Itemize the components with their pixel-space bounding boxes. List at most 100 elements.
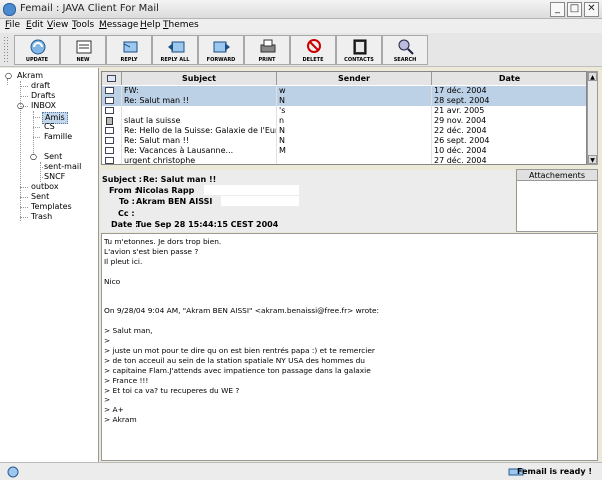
tree-toggle-inbox[interactable]: ○: [17, 101, 24, 111]
window-title-bar: Femail : JAVA Client For Mail _ □ ✕: [0, 0, 602, 19]
contacts-button[interactable]: CONTACTS: [336, 35, 382, 65]
close-button[interactable]: ✕: [584, 2, 599, 17]
maximize-button[interactable]: □: [567, 2, 582, 17]
table-row[interactable]: urgent christophe 27 déc. 2004: [102, 156, 586, 164]
row-subject-cell: FW:: [122, 86, 277, 96]
attachments-panel: Attachements: [516, 169, 598, 232]
tree-folder-cs[interactable]: CS: [44, 122, 55, 132]
scroll-down-arrow[interactable]: ▼: [588, 155, 597, 164]
row-subject-cell: [122, 106, 277, 116]
row-subject-cell: Re: Salut man !!: [122, 136, 277, 146]
message-body[interactable]: Tu m'etonnes. Je dors trop bien. L'avion …: [101, 233, 598, 461]
tree-folder-drafts[interactable]: Drafts: [31, 91, 55, 101]
envelope-icon: [105, 157, 114, 164]
menu-bar: File Edit View Tools Message Help Themes: [0, 19, 602, 33]
tree-folder-trash[interactable]: Trash: [31, 212, 52, 222]
tree-folder-sent[interactable]: Sent: [31, 192, 49, 202]
subject-label: Subject :: [102, 175, 142, 184]
to-label: To :: [119, 197, 135, 206]
tree-toggle-sent[interactable]: ○: [30, 152, 37, 162]
row-subject-cell: Re: Vacances à Lausanne...: [122, 146, 277, 156]
reply-icon: [123, 41, 138, 53]
delete-label: DELETE: [302, 57, 324, 63]
status-text: Femail is ready !: [516, 467, 592, 476]
table-row[interactable]: Re: Salut man !! N 28 sept. 2004: [102, 96, 586, 106]
new-label: NEW: [76, 57, 90, 63]
search-button[interactable]: SEARCH: [382, 35, 428, 65]
body-line: > Akram: [104, 415, 137, 425]
row-sender-cell: n: [277, 116, 432, 126]
message-table: Subject Sender Date FW: w 17 déc. 2004 Re: …: [101, 71, 587, 165]
body-line: Il pleut ici.: [104, 256, 143, 266]
tree-root-account[interactable]: Akram: [17, 71, 43, 81]
cc-label: Cc :: [118, 209, 135, 218]
new-button[interactable]: NEW: [60, 35, 106, 65]
attachments-header: Attachements: [517, 170, 597, 181]
row-subject-cell: Re: Hello de la Suisse: Galaxie de l'Eur…: [124, 126, 277, 136]
col-status-header[interactable]: [102, 72, 122, 85]
delete-icon: [307, 39, 321, 53]
print-button[interactable]: PRINT: [244, 35, 290, 65]
row-sender-cell: M: [277, 146, 432, 156]
row-date-cell: 26 sept. 2004: [432, 136, 586, 146]
row-sender-cell: N: [277, 136, 432, 146]
menu-view[interactable]: View: [47, 20, 68, 30]
forward-button[interactable]: FORWARD: [198, 35, 244, 65]
table-row[interactable]: FW: w 17 déc. 2004: [102, 86, 586, 96]
contacts-icon: [353, 39, 367, 55]
col-subject-header[interactable]: Subject: [122, 72, 277, 85]
message-header-pane: Subject : Re: Salut man !! From : Nicola…: [101, 170, 515, 232]
folder-tree: ○ Akram draft Drafts ○ INBOX Amis CS Fam…: [0, 68, 99, 462]
tree-folder-inbox[interactable]: INBOX: [31, 101, 56, 111]
menu-edit[interactable]: Edit: [26, 20, 43, 30]
scroll-up-arrow[interactable]: ▲: [588, 72, 597, 81]
menu-themes[interactable]: Themes: [163, 20, 199, 30]
minimize-button[interactable]: _: [550, 2, 565, 17]
new-icon: [76, 40, 92, 54]
tree-toggle-root[interactable]: ○: [5, 71, 12, 81]
toolbar-grip[interactable]: [3, 36, 9, 64]
row-date-cell: 29 nov. 2004: [432, 116, 586, 126]
row-status-cell: [102, 116, 122, 126]
table-row[interactable]: slaut la suisse n 29 nov. 2004: [102, 116, 586, 126]
row-date-cell: 10 déc. 2004: [432, 146, 586, 156]
row-status-cell: [102, 136, 122, 146]
tree-folder-famille[interactable]: Famille: [44, 132, 72, 142]
tree-folder-outbox[interactable]: outbox: [31, 182, 59, 192]
date-label: Date :: [111, 220, 139, 229]
status-bar: Femail is ready !: [0, 462, 602, 480]
menu-file[interactable]: File: [5, 20, 20, 30]
tree-folder-sent-sub[interactable]: Sent: [44, 152, 62, 162]
envelope-icon: [105, 87, 114, 94]
delete-button[interactable]: DELETE: [290, 35, 336, 65]
to-value: Akram BEN AISSI: [136, 197, 213, 206]
update-icon: [30, 39, 46, 55]
update-label: UPDATE: [25, 57, 49, 63]
tree-folder-templates[interactable]: Templates: [31, 202, 72, 212]
table-row[interactable]: Re: Vacances à Lausanne... M 10 déc. 2004: [102, 146, 586, 156]
tree-folder-sncf[interactable]: SNCF: [44, 172, 65, 182]
reply-all-button[interactable]: REPLY ALL: [152, 35, 198, 65]
row-date-cell: 22 déc. 2004: [432, 126, 586, 136]
update-button[interactable]: UPDATE: [14, 35, 60, 65]
menu-help[interactable]: Help: [140, 20, 161, 30]
col-date-header[interactable]: Date: [432, 72, 586, 85]
menu-message[interactable]: Message: [99, 20, 138, 30]
row-status-cell: [102, 106, 122, 116]
reply-button[interactable]: REPLY: [106, 35, 152, 65]
from-label: From :: [109, 186, 138, 195]
envelope-icon: [105, 97, 114, 104]
table-row[interactable]: 's 21 avr. 2005: [102, 106, 586, 116]
print-icon: [260, 39, 276, 53]
row-sender-cell: w: [277, 86, 432, 96]
tree-folder-draft[interactable]: draft: [31, 81, 50, 91]
envelope-icon: [105, 147, 114, 154]
table-vertical-scrollbar[interactable]: ▲ ▼: [587, 71, 598, 165]
menu-tools[interactable]: Tools: [72, 20, 94, 30]
contacts-label: CONTACTS: [344, 57, 374, 63]
table-row[interactable]: Re: Hello de la Suisse: Galaxie de l'Eur…: [102, 126, 586, 136]
col-sender-header[interactable]: Sender: [277, 72, 432, 85]
table-row[interactable]: Re: Salut man !! N 26 sept. 2004: [102, 136, 586, 146]
tree-folder-sent-mail[interactable]: sent-mail: [44, 162, 81, 172]
toolbar: UPDATE NEW REPLY REPLY ALL FORWARD PRINT…: [0, 33, 602, 67]
